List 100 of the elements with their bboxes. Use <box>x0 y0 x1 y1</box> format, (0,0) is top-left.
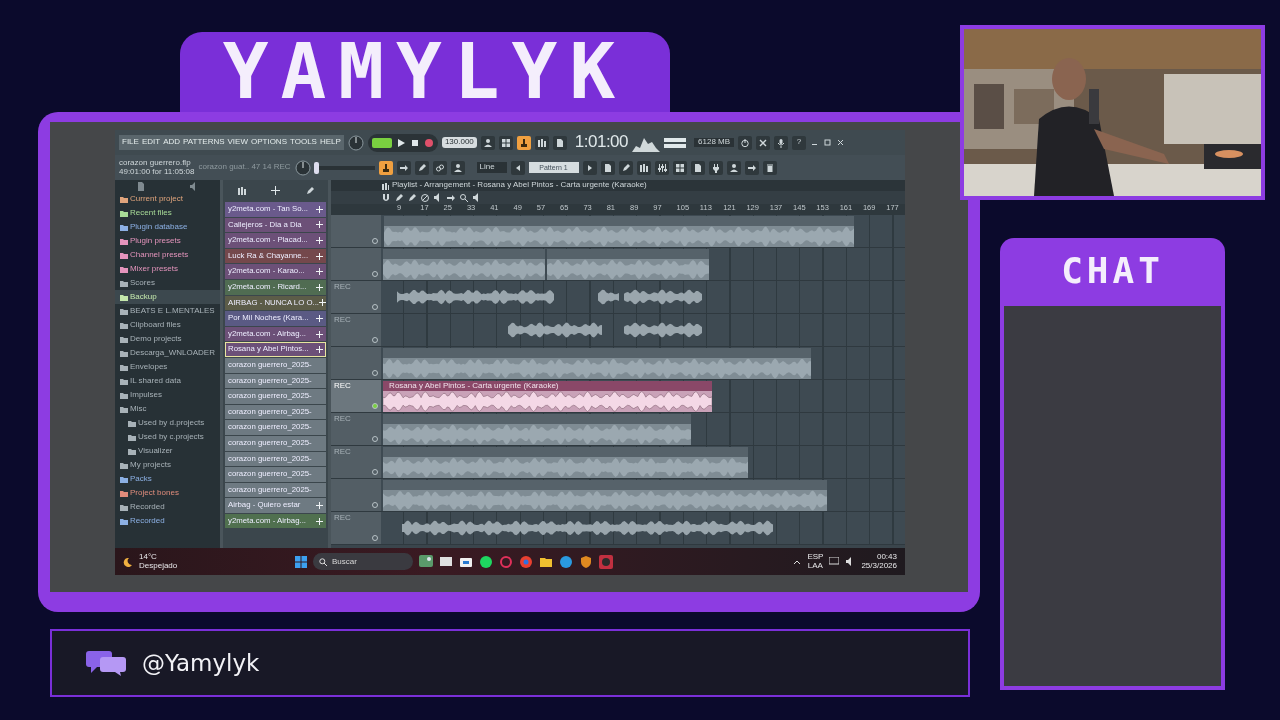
tool-button[interactable] <box>480 135 495 150</box>
browser-item[interactable]: Used by c.projects <box>115 430 220 444</box>
audio-clip[interactable] <box>383 348 812 379</box>
help-button[interactable]: ? <box>792 135 807 150</box>
track-toggle-icon[interactable] <box>372 304 378 310</box>
plus-icon[interactable] <box>271 186 280 195</box>
start-icon[interactable] <box>295 555 307 568</box>
audio-clip[interactable]: Rosana y Abel Pintos - Carta urgente (Karaoke) <box>383 381 713 412</box>
knob-icon[interactable] <box>347 134 364 151</box>
mute-icon[interactable] <box>420 193 429 202</box>
globe-icon[interactable] <box>519 554 533 569</box>
chevron-up-icon[interactable] <box>793 558 802 565</box>
track-toggle-icon[interactable] <box>372 535 378 541</box>
browser-item[interactable]: Scores <box>115 276 220 290</box>
audio-clip[interactable] <box>547 249 710 280</box>
audio-clip[interactable] <box>383 414 692 445</box>
menu-item[interactable]: VIEW <box>227 138 248 147</box>
tool-button[interactable] <box>450 160 465 175</box>
language-indicator[interactable]: ESP LAA <box>807 552 824 571</box>
browser-item[interactable]: Used by d.projects <box>115 416 220 430</box>
browser-item[interactable]: My projects <box>115 458 220 472</box>
shield-icon[interactable] <box>579 554 593 569</box>
track-toggle-icon[interactable] <box>372 436 378 442</box>
tool-button[interactable] <box>498 135 513 150</box>
tool-button[interactable] <box>618 160 633 175</box>
maximize-icon[interactable] <box>823 138 833 147</box>
plus-icon[interactable] <box>316 502 323 510</box>
tool-button[interactable] <box>552 135 567 150</box>
menu-item[interactable]: EDIT <box>141 138 161 147</box>
snap-select[interactable]: Line <box>476 162 507 173</box>
record-icon[interactable] <box>423 137 434 148</box>
bars-icon[interactable] <box>237 186 247 195</box>
monitor-icon[interactable] <box>829 557 840 566</box>
menu-item[interactable]: TOOLS <box>290 138 317 147</box>
plus-icon[interactable] <box>316 268 323 276</box>
landscape-icon[interactable] <box>419 554 433 569</box>
track-header[interactable]: REC <box>331 281 381 313</box>
browser-item[interactable]: Current project <box>115 192 220 206</box>
knob-icon[interactable] <box>294 159 311 176</box>
browser-item[interactable]: Channel presets <box>115 248 220 262</box>
app-icon[interactable] <box>599 554 613 569</box>
tool-button[interactable] <box>690 160 705 175</box>
page-icon[interactable] <box>137 181 145 191</box>
browser-item[interactable]: Demo projects <box>115 332 220 346</box>
browser-item[interactable]: Mixer presets <box>115 262 220 276</box>
play-icon[interactable] <box>395 137 406 148</box>
browser-item[interactable]: Project bones <box>115 486 220 500</box>
window-icon[interactable] <box>439 554 453 569</box>
browser-item[interactable]: Visualizer <box>115 444 220 458</box>
plus-icon[interactable] <box>316 517 323 525</box>
speaker-icon[interactable] <box>472 193 481 202</box>
tool-button[interactable] <box>774 135 789 150</box>
menu-item[interactable]: FILE <box>122 138 139 147</box>
plus-icon[interactable] <box>316 221 323 229</box>
tool-button[interactable] <box>744 160 759 175</box>
tool-button[interactable] <box>378 160 393 175</box>
browser-item[interactable]: Recorded <box>115 514 220 528</box>
search-field[interactable]: Buscar <box>313 553 413 570</box>
tool-button[interactable] <box>756 135 771 150</box>
circle-icon[interactable] <box>479 554 493 569</box>
audio-clip[interactable] <box>383 447 749 478</box>
browser-item[interactable]: IL shared data <box>115 374 220 388</box>
menu-item[interactable]: PATTERNS <box>183 138 225 147</box>
track-toggle-icon[interactable] <box>372 238 378 244</box>
stop-icon[interactable] <box>409 137 420 148</box>
tool-button[interactable] <box>414 160 429 175</box>
track-header[interactable]: REC <box>331 446 381 478</box>
tool-button[interactable] <box>762 160 777 175</box>
track-toggle-icon[interactable] <box>372 271 378 277</box>
magnet-icon[interactable] <box>381 193 390 202</box>
track-header[interactable]: REC <box>331 413 381 445</box>
track-toggle-icon[interactable] <box>372 502 378 508</box>
browser-item[interactable]: Recorded <box>115 500 220 514</box>
tool-button[interactable] <box>396 160 411 175</box>
tool-button[interactable] <box>432 160 447 175</box>
mode-toggle-icon[interactable] <box>371 137 392 148</box>
track-header[interactable]: REC <box>331 512 381 544</box>
speaker-icon[interactable] <box>433 193 442 202</box>
tool-button[interactable] <box>510 160 525 175</box>
audio-clip[interactable] <box>383 216 854 247</box>
plus-icon[interactable] <box>316 283 323 291</box>
arrow-icon[interactable] <box>446 193 455 202</box>
slider-thumb[interactable] <box>313 161 319 174</box>
tool-button[interactable] <box>534 135 549 150</box>
menu-item[interactable]: OPTIONS <box>250 138 287 147</box>
track-header[interactable]: REC <box>331 314 381 346</box>
plus-icon[interactable] <box>316 346 323 354</box>
track-header[interactable]: REC <box>331 380 381 412</box>
pencil-icon[interactable] <box>304 186 314 195</box>
menu-item[interactable]: HELP <box>319 138 341 147</box>
tool-button[interactable] <box>726 160 741 175</box>
browser-item[interactable]: Recent files <box>115 206 220 220</box>
track-toggle-icon[interactable] <box>372 403 378 409</box>
browser-item[interactable]: Misc <box>115 402 220 416</box>
plus-icon[interactable] <box>316 330 323 338</box>
audio-clip[interactable] <box>383 480 828 511</box>
magnifier-icon[interactable] <box>459 193 468 202</box>
tool-button[interactable] <box>708 160 723 175</box>
track-toggle-icon[interactable] <box>372 370 378 376</box>
ring-icon[interactable] <box>499 554 513 569</box>
